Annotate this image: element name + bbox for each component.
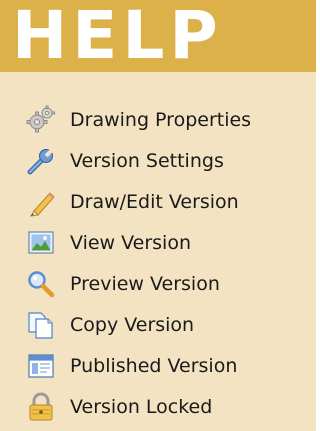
help-item-label: Draw/Edit Version <box>70 190 239 213</box>
help-item-version-locked[interactable]: Version Locked <box>26 386 251 427</box>
help-item-preview-version[interactable]: Preview Version <box>26 263 251 304</box>
gears-icon <box>26 105 56 135</box>
help-panel: HELP Drawing Properties Version Settings… <box>0 0 316 431</box>
help-item-label: Version Locked <box>70 395 213 418</box>
magnifier-icon <box>26 269 56 299</box>
help-item-label: Published Version <box>70 354 238 377</box>
landscape-picture-icon <box>26 228 56 258</box>
help-item-published-version[interactable]: Published Version <box>26 345 251 386</box>
pencil-icon <box>26 187 56 217</box>
help-item-version-settings[interactable]: Version Settings <box>26 140 251 181</box>
published-window-icon <box>26 351 56 381</box>
help-item-label: Version Settings <box>70 149 224 172</box>
help-item-label: View Version <box>70 231 191 254</box>
help-item-view-version[interactable]: View Version <box>26 222 251 263</box>
help-header: HELP <box>0 0 316 74</box>
wrench-icon <box>26 146 56 176</box>
help-item-label: Copy Version <box>70 313 195 336</box>
copy-pages-icon <box>26 310 56 340</box>
help-item-draw-edit-version[interactable]: Draw/Edit Version <box>26 181 251 222</box>
help-legend-list: Drawing Properties Version Settings Draw… <box>26 99 251 427</box>
help-title: HELP <box>12 0 223 74</box>
padlock-icon <box>26 392 56 422</box>
help-item-drawing-properties[interactable]: Drawing Properties <box>26 99 251 140</box>
help-item-copy-version[interactable]: Copy Version <box>26 304 251 345</box>
help-item-label: Preview Version <box>70 272 220 295</box>
help-item-label: Drawing Properties <box>70 108 252 131</box>
